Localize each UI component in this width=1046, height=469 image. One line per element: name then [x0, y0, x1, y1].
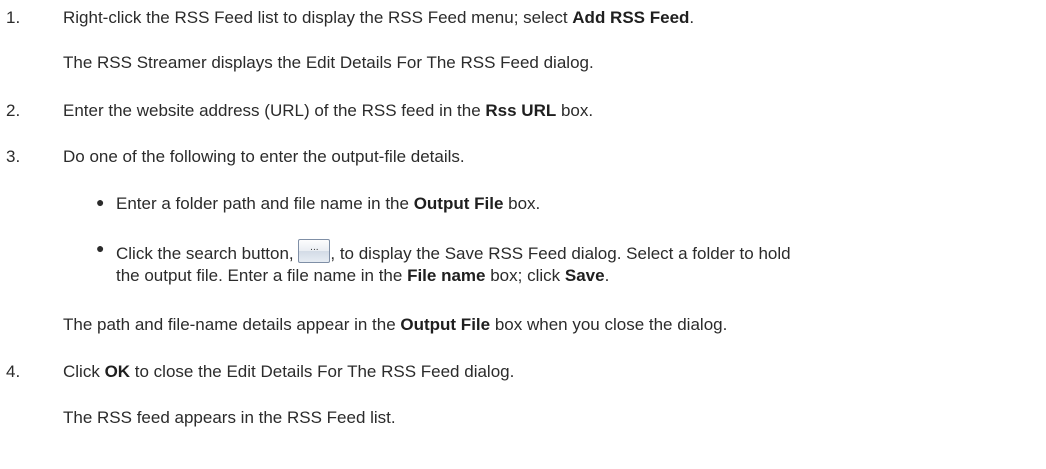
ui-label-output-file: Output File	[400, 315, 491, 334]
text-run: .	[604, 266, 610, 285]
text-run: Enter a folder path and file name in the	[116, 194, 414, 213]
ui-label-rss-url: Rss URL	[485, 101, 557, 120]
text-run: The path and file-name details appear in…	[63, 315, 401, 334]
browse-button-label: ...	[310, 243, 319, 253]
text-run: box; click	[485, 266, 565, 285]
step-number: 1.	[6, 8, 21, 27]
text-run: the output file. Enter a file name in th…	[116, 266, 408, 285]
text-run: box.	[556, 101, 594, 120]
ui-label-output-file: Output File	[413, 194, 504, 213]
step-number: 2.	[6, 101, 21, 120]
step-number: 3.	[6, 147, 21, 166]
text-run: box.	[503, 194, 541, 213]
text-run: Click the search button,	[116, 244, 299, 263]
step-text: Click OK to close the Edit Details For T…	[63, 361, 514, 383]
ui-label-add-rss-feed: Add RSS Feed	[572, 8, 690, 27]
step-number: 4.	[6, 362, 21, 381]
step-text: Right-click the RSS Feed list to display…	[63, 7, 694, 29]
instructions-document: 1. Right-click the RSS Feed list to disp…	[0, 0, 1046, 469]
bullet-text: Enter a folder path and file name in the…	[116, 193, 540, 215]
step-text: Do one of the following to enter the out…	[63, 147, 465, 166]
ui-label-file-name: File name	[407, 266, 486, 285]
text-run: Click	[63, 362, 105, 381]
bullet-icon: ●	[96, 194, 105, 210]
bullet-text: Click the search button, ... , to display…	[116, 239, 791, 265]
text-run: to close the Edit Details For The RSS Fe…	[130, 362, 515, 381]
ui-label-ok: OK	[104, 362, 131, 381]
browse-button-icon: ...	[298, 239, 331, 263]
step-note: The path and file-name details appear in…	[63, 314, 727, 336]
text-run: box when you close the dialog.	[490, 315, 728, 334]
text-run: , to display the Save RSS Feed dialog. S…	[330, 244, 791, 263]
step-text: Enter the website address (URL) of the R…	[63, 100, 593, 122]
step-note: The RSS Streamer displays the Edit Detai…	[63, 53, 594, 72]
text-run: Right-click the RSS Feed list to display…	[63, 8, 573, 27]
text-run: .	[689, 8, 695, 27]
ui-label-save: Save	[564, 266, 605, 285]
step-note: The RSS feed appears in the RSS Feed lis…	[63, 408, 396, 427]
text-run: Enter the website address (URL) of the R…	[63, 101, 486, 120]
bullet-icon: ●	[96, 240, 105, 256]
bullet-text: the output file. Enter a file name in th…	[116, 265, 609, 287]
